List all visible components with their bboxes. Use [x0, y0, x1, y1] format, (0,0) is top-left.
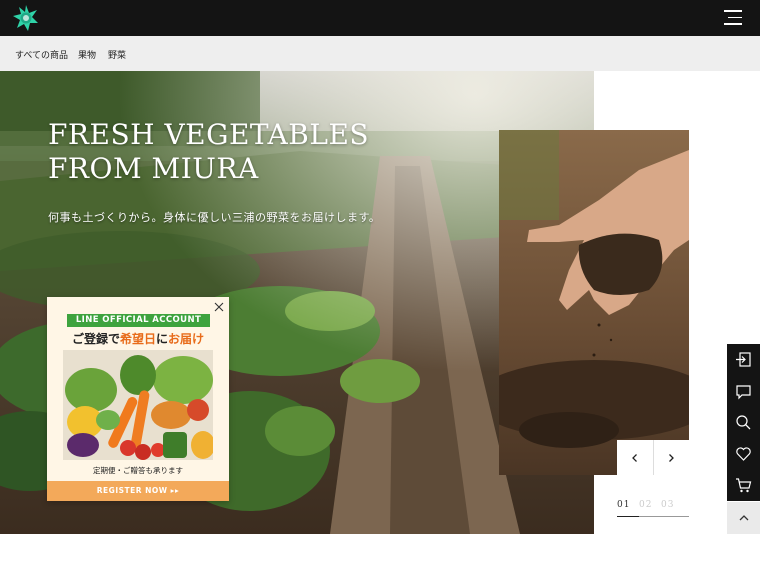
- brand-flower-logo-icon[interactable]: [11, 4, 41, 32]
- cart-icon[interactable]: [735, 477, 752, 494]
- side-action-rail: [727, 344, 760, 501]
- chevron-right-icon: [669, 453, 675, 462]
- slide-number[interactable]: 02: [639, 500, 661, 510]
- vegetables-photo: [63, 350, 213, 460]
- chevron-left-icon: [631, 453, 637, 462]
- hero-title: FRESH VEGETABLES FROM MIURA: [48, 118, 370, 185]
- heart-icon[interactable]: [735, 445, 752, 462]
- category-fruit[interactable]: 果物: [78, 48, 96, 61]
- popup-heading-highlight: 希望日: [119, 332, 156, 346]
- back-to-top-button[interactable]: [727, 502, 760, 534]
- chat-icon[interactable]: [735, 383, 752, 400]
- slide-number[interactable]: 01: [617, 500, 639, 510]
- slider-controls: [617, 440, 689, 475]
- category-nav: すべての商品 果物 野菜: [0, 36, 760, 71]
- close-icon[interactable]: [214, 302, 224, 312]
- hand-soil-photo: [499, 130, 689, 475]
- slider-next-button[interactable]: [653, 440, 689, 475]
- slide-progress-bar: [617, 516, 689, 517]
- popup-heading-mid: に: [156, 332, 169, 346]
- hamburger-menu-icon[interactable]: [724, 10, 742, 26]
- category-all[interactable]: すべての商品: [15, 48, 68, 61]
- popup-heading-pre: ご登録で: [71, 332, 120, 346]
- popup-heading: ご登録で希望日にお届け: [47, 330, 229, 347]
- line-official-badge: LINE OFFICIAL ACCOUNT: [67, 314, 210, 327]
- popup-note: 定期便・ご贈答も承ります: [93, 466, 183, 475]
- hero-subtitle: 何事も土づくりから。身体に優しい三浦の野菜をお届けします。: [48, 211, 381, 224]
- register-now-button[interactable]: REGISTER NOW ▸▸: [47, 481, 229, 501]
- top-bar: [0, 0, 760, 36]
- search-icon[interactable]: [735, 414, 752, 431]
- category-vegetables[interactable]: 野菜: [108, 48, 126, 61]
- slide-number[interactable]: 03: [661, 500, 683, 510]
- login-icon[interactable]: [735, 351, 752, 368]
- slider-prev-button[interactable]: [617, 440, 654, 475]
- slide-progress-fill: [617, 516, 639, 517]
- chevron-up-icon: [739, 515, 748, 521]
- line-promo-popup[interactable]: LINE OFFICIAL ACCOUNT ご登録で希望日にお届け 定期便・ご贈…: [47, 297, 229, 501]
- slide-pager: 01 02 03: [617, 500, 689, 510]
- popup-heading-highlight: お届け: [168, 332, 205, 346]
